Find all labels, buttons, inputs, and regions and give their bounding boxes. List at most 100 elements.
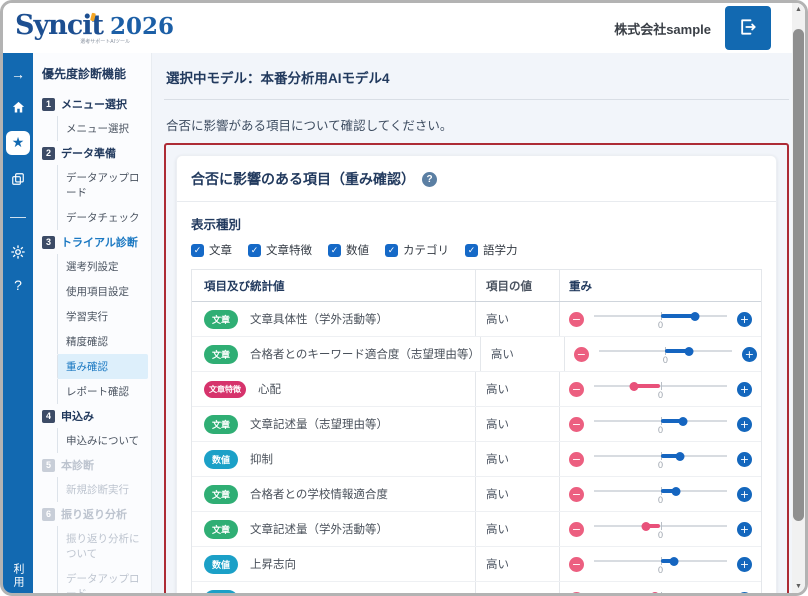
- filter-checkbox[interactable]: ✓ 文章: [191, 242, 232, 258]
- slider-track[interactable]: 0: [594, 451, 727, 470]
- sidebar-section[interactable]: 4 申込み: [40, 404, 148, 428]
- decrease-weight-button[interactable]: −: [569, 311, 584, 327]
- sidebar-item[interactable]: レポート確認: [57, 379, 148, 404]
- weight-slider[interactable]: − 0 +: [569, 311, 752, 330]
- category-badge: 文章: [204, 344, 239, 364]
- sidebar-item[interactable]: 選考列設定: [57, 254, 148, 279]
- decrease-weight-button[interactable]: −: [569, 521, 584, 537]
- weight-slider[interactable]: − 0 +: [569, 591, 752, 593]
- decrease-weight-button[interactable]: −: [569, 486, 584, 502]
- sidebar-section[interactable]: 1 メニュー選択: [40, 92, 148, 116]
- checkbox-icon[interactable]: ✓: [248, 243, 261, 257]
- weight-slider[interactable]: − 0 +: [569, 556, 752, 575]
- slider-track[interactable]: 0: [594, 521, 727, 540]
- slider-handle[interactable]: [684, 346, 694, 356]
- sidebar-section-label: 振り返り分析: [61, 509, 127, 521]
- increase-weight-button[interactable]: +: [737, 521, 752, 537]
- increase-weight-button[interactable]: +: [737, 486, 752, 502]
- selected-model-title: 選択中モデル：本番分析用AIモデル4: [164, 57, 789, 100]
- sidebar-item: データアップロード: [57, 566, 148, 593]
- sidebar-item-label: データチェック: [66, 212, 140, 224]
- slider-track[interactable]: 0: [594, 486, 727, 505]
- sidebar-item[interactable]: 使用項目設定: [57, 279, 148, 304]
- filter-group-title: 表示種別: [191, 218, 242, 232]
- filter-checkbox[interactable]: ✓ 文章特徴: [248, 242, 312, 258]
- slider-zero-label: 0: [657, 320, 664, 330]
- slider-track[interactable]: 0: [594, 556, 727, 575]
- weight-slider[interactable]: − 0 +: [569, 451, 752, 470]
- copy-icon[interactable]: [9, 170, 27, 188]
- checkbox-icon[interactable]: ✓: [328, 243, 341, 257]
- increase-weight-button[interactable]: +: [741, 346, 757, 362]
- section-number-badge: 5: [42, 458, 55, 472]
- scrollbar-thumb[interactable]: [793, 29, 804, 521]
- scroll-down-icon[interactable]: ▼: [792, 580, 805, 593]
- slider-handle[interactable]: [669, 556, 679, 566]
- weight-slider[interactable]: − 0 +: [569, 521, 752, 540]
- item-name: 心配: [258, 384, 281, 396]
- decrease-weight-button[interactable]: −: [569, 591, 584, 593]
- gear-icon[interactable]: [9, 243, 27, 261]
- checkbox-icon[interactable]: ✓: [191, 243, 204, 257]
- item-value: 高い: [475, 442, 559, 476]
- slider-track[interactable]: 0: [598, 346, 732, 365]
- sidebar-item[interactable]: データチェック: [57, 205, 148, 230]
- slider-handle[interactable]: [678, 416, 688, 426]
- increase-weight-button[interactable]: +: [737, 416, 752, 432]
- weight-table: 項目及び統計値 項目の値 重み 文章 文章具体性（学外活動等） 高い − 0 +…: [191, 269, 762, 593]
- sidebar-item[interactable]: データアップロード: [57, 165, 148, 205]
- sidebar-item[interactable]: 申込みについて: [57, 428, 148, 453]
- table-row: 文章 合格者とのキーワード適合度（志望理由等） 高い − 0 +: [192, 337, 761, 372]
- arrow-right-icon[interactable]: →: [9, 65, 27, 83]
- sidebar-section[interactable]: 2 データ準備: [40, 141, 148, 165]
- slider-handle[interactable]: [629, 381, 639, 391]
- item-name: 上昇志向: [250, 559, 297, 571]
- vertical-scrollbar[interactable]: ▲ ▼: [792, 3, 805, 593]
- star-icon[interactable]: ★: [6, 131, 30, 155]
- item-value: 高い: [475, 512, 559, 546]
- slider-handle[interactable]: [675, 451, 685, 461]
- decrease-weight-button[interactable]: −: [569, 416, 584, 432]
- sidebar-item[interactable]: 学習実行: [57, 304, 148, 329]
- filter-checkbox[interactable]: ✓ カテゴリ: [385, 242, 449, 258]
- home-icon[interactable]: [9, 98, 27, 116]
- slider-handle[interactable]: [671, 486, 681, 496]
- decrease-weight-button[interactable]: −: [573, 346, 589, 362]
- weight-card: 合否に影響のある項目（重み確認） ? 表示種別 ✓ 文章 ✓ 文章特徴 ✓ 数値…: [176, 155, 777, 593]
- increase-weight-button[interactable]: +: [737, 591, 752, 593]
- slider-track[interactable]: 0: [594, 311, 727, 330]
- column-header-value: 項目の値: [475, 270, 559, 301]
- decrease-weight-button[interactable]: −: [569, 451, 584, 467]
- table-row: 文章 合格者との学校情報適合度 高い − 0 +: [192, 477, 761, 512]
- increase-weight-button[interactable]: +: [737, 381, 752, 397]
- slider-handle[interactable]: [690, 311, 700, 321]
- increase-weight-button[interactable]: +: [737, 451, 752, 467]
- sidebar-item[interactable]: 精度確認: [57, 329, 148, 354]
- slider-track[interactable]: 0: [594, 416, 727, 435]
- weight-slider[interactable]: − 0 +: [569, 486, 752, 505]
- sidebar-section[interactable]: 3 トライアル診断: [40, 230, 148, 254]
- slider-handle[interactable]: [641, 521, 651, 531]
- sidebar-item[interactable]: 重み確認: [57, 354, 148, 379]
- decrease-weight-button[interactable]: −: [569, 381, 584, 397]
- logout-button[interactable]: [725, 6, 771, 50]
- filter-checkbox[interactable]: ✓ 語学力: [465, 242, 518, 258]
- sidebar-item: 新規診断実行: [57, 477, 148, 502]
- weight-slider[interactable]: − 0 +: [569, 416, 752, 435]
- increase-weight-button[interactable]: +: [737, 311, 752, 327]
- slider-handle[interactable]: [650, 591, 660, 593]
- decrease-weight-button[interactable]: −: [569, 556, 584, 572]
- help-icon[interactable]: ?: [9, 276, 27, 294]
- rail-divider: [10, 217, 26, 218]
- rail-footer-label[interactable]: 利用: [10, 563, 26, 593]
- slider-track[interactable]: 0: [594, 381, 727, 400]
- weight-slider[interactable]: − 0 +: [573, 346, 757, 365]
- checkbox-icon[interactable]: ✓: [385, 243, 398, 257]
- increase-weight-button[interactable]: +: [737, 556, 752, 572]
- scroll-up-icon[interactable]: ▲: [792, 3, 805, 16]
- filter-checkbox[interactable]: ✓ 数値: [328, 242, 369, 258]
- weight-slider[interactable]: − 0 +: [569, 381, 752, 400]
- panel-help-icon[interactable]: ?: [422, 171, 437, 187]
- checkbox-icon[interactable]: ✓: [465, 243, 478, 257]
- sidebar-item[interactable]: メニュー選択: [57, 116, 148, 141]
